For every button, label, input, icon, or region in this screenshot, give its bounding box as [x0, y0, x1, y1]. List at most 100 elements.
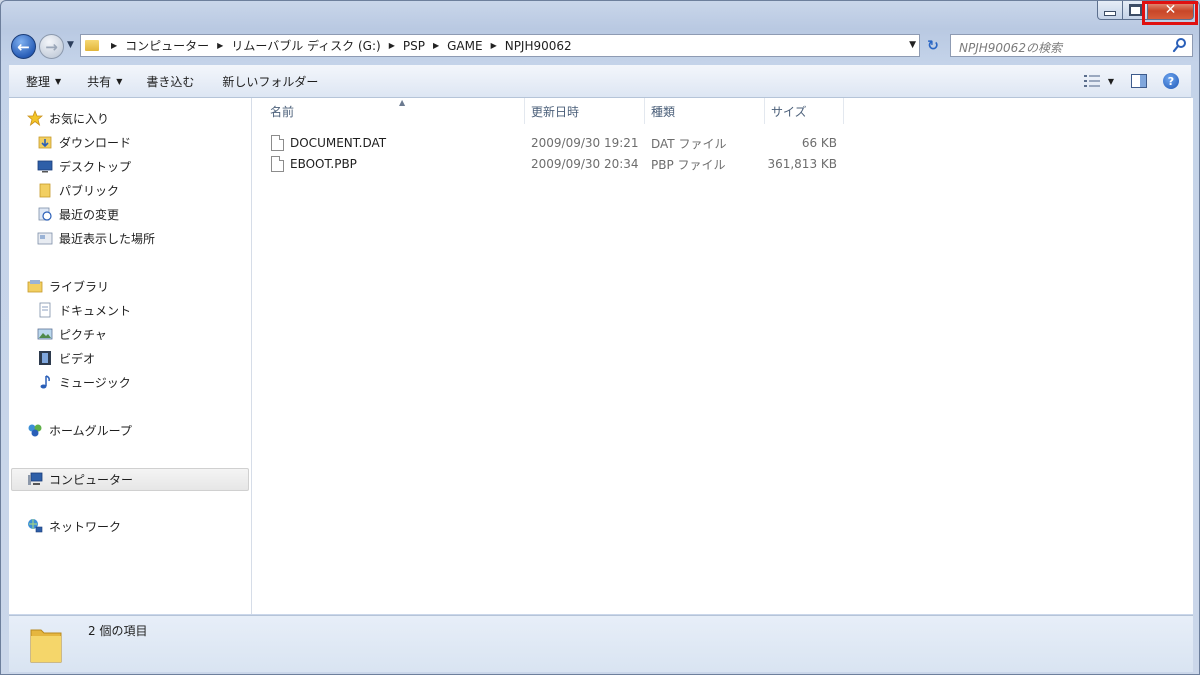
back-button[interactable]: ←: [11, 34, 36, 59]
sidebar-item-label: デスクトップ: [59, 159, 132, 174]
sidebar-item-label: ホームグループ: [49, 423, 132, 438]
sidebar-item-favorites[interactable]: お気に入り: [26, 107, 110, 129]
sidebar-item-desktop[interactable]: デスクトップ: [37, 155, 131, 177]
desktop-icon: [37, 158, 53, 174]
breadcrumb-item[interactable]: GAME: [447, 39, 482, 53]
maximize-button[interactable]: [1123, 1, 1148, 20]
search-placeholder: NPJH90062の検索: [959, 41, 1062, 55]
sidebar-item-recent-places[interactable]: 最近表示した場所: [37, 227, 155, 249]
file-modified: 2009/09/30 19:21: [531, 136, 639, 150]
breadcrumb-separator[interactable]: ▶: [491, 41, 497, 50]
sidebar-item-label: ダウンロード: [59, 135, 132, 150]
chevron-down-icon: ▼: [55, 76, 62, 86]
breadcrumb-item[interactable]: PSP: [403, 39, 425, 53]
file-name: DOCUMENT.DAT: [290, 136, 387, 150]
search-input[interactable]: NPJH90062の検索: [950, 34, 1193, 57]
sidebar-item-documents[interactable]: ドキュメント: [37, 299, 131, 321]
file-icon: [271, 156, 284, 172]
sort-ascending-icon: ▲: [399, 98, 406, 107]
file-type: PBP ファイル: [651, 157, 726, 172]
address-bar[interactable]: ▶ コンピューター ▶ リムーバブル ディスク (G:) ▶ PSP ▶ GAM…: [80, 34, 920, 57]
breadcrumb-item[interactable]: コンピューター: [125, 37, 209, 54]
video-icon: [37, 350, 53, 366]
explorer-window: ✕ ← → ▼ ▶ コンピューター ▶ リムーバブル ディスク (G:) ▶ P…: [0, 0, 1200, 675]
sidebar-item-label: コンピューター: [49, 472, 134, 487]
back-arrow-icon: ←: [17, 37, 30, 56]
recent-changes-icon: [37, 206, 53, 222]
address-dropdown[interactable]: ▼: [909, 40, 916, 50]
refresh-icon: ↻: [927, 38, 939, 54]
organize-label: 整理: [26, 74, 51, 89]
sidebar-item-libraries[interactable]: ライブラリ: [27, 275, 109, 297]
refresh-button[interactable]: ↻: [923, 36, 943, 56]
network-icon: [27, 518, 43, 534]
breadcrumb-item[interactable]: リムーバブル ディスク (G:): [231, 37, 380, 54]
music-icon: [37, 374, 53, 390]
breadcrumb-item[interactable]: NPJH90062: [505, 39, 572, 53]
preview-pane-button[interactable]: [1127, 69, 1151, 93]
folder-icon: [30, 629, 62, 663]
column-header-name[interactable]: 名前 ▲: [263, 98, 525, 124]
file-name: EBOOT.PBP: [290, 157, 357, 171]
breadcrumb-separator[interactable]: ▶: [433, 41, 439, 50]
details-view-icon: [1083, 75, 1100, 87]
download-folder-icon: [37, 134, 53, 150]
view-options-button[interactable]: ▼: [1079, 69, 1119, 93]
sidebar-item-network[interactable]: ネットワーク: [27, 515, 121, 537]
share-label: 共有: [87, 74, 112, 89]
minimize-icon: [1104, 10, 1116, 16]
help-icon: ?: [1163, 73, 1179, 89]
navigation-pane: お気に入り ダウンロード デスクトップ パブリック 最近の変更 最近表示した場所…: [9, 98, 252, 614]
search-icon[interactable]: [1172, 37, 1188, 53]
caption-buttons: ✕: [1097, 1, 1194, 21]
sidebar-item-music[interactable]: ミュージック: [37, 371, 131, 393]
picture-icon: [37, 326, 53, 342]
computer-icon: [27, 471, 43, 487]
file-row[interactable]: DOCUMENT.DAT 2009/09/30 19:21 DAT ファイル 6…: [271, 133, 851, 153]
breadcrumb-separator[interactable]: ▶: [111, 41, 117, 50]
sidebar-item-public[interactable]: パブリック: [37, 179, 119, 201]
sidebar-item-recent-changes[interactable]: 最近の変更: [37, 203, 119, 225]
breadcrumb: ▶ コンピューター ▶ リムーバブル ディスク (G:) ▶ PSP ▶ GAM…: [103, 37, 572, 54]
column-header-size[interactable]: サイズ: [764, 98, 844, 124]
breadcrumb-separator[interactable]: ▶: [217, 41, 223, 50]
sidebar-item-videos[interactable]: ビデオ: [37, 347, 95, 369]
forward-arrow-icon: →: [45, 37, 58, 56]
breadcrumb-separator[interactable]: ▶: [389, 41, 395, 50]
history-dropdown[interactable]: ▼: [67, 40, 74, 50]
column-header-label: 名前: [270, 104, 295, 119]
share-button[interactable]: 共有 ▼: [76, 69, 133, 93]
file-size: 66 KB: [801, 136, 837, 150]
view-controls: ▼ ?: [1071, 69, 1183, 93]
file-modified: 2009/09/30 20:34: [531, 157, 639, 171]
sidebar-item-label: お気に入り: [49, 111, 110, 126]
sidebar-item-computer[interactable]: コンピューター: [27, 468, 133, 490]
help-button[interactable]: ?: [1159, 69, 1183, 93]
sidebar-item-pictures[interactable]: ピクチャ: [37, 323, 107, 345]
organize-button[interactable]: 整理 ▼: [15, 69, 72, 93]
address-row: ← → ▼ ▶ コンピューター ▶ リムーバブル ディスク (G:) ▶ PSP…: [9, 33, 1193, 59]
file-icon: [271, 135, 284, 151]
star-icon: [26, 109, 44, 127]
sidebar-item-downloads[interactable]: ダウンロード: [37, 131, 131, 153]
file-row[interactable]: EBOOT.PBP 2009/09/30 20:34 PBP ファイル 361,…: [271, 154, 851, 174]
column-header-type[interactable]: 種類: [644, 98, 765, 124]
library-icon: [27, 278, 43, 294]
minimize-button[interactable]: [1097, 1, 1123, 20]
file-size: 361,813 KB: [767, 157, 837, 171]
sidebar-item-label: ミュージック: [59, 375, 131, 390]
column-header-label: サイズ: [771, 104, 807, 119]
file-list: 名前 ▲ 更新日時 種類 サイズ DOCUMENT.DAT 2009/09/30…: [252, 98, 1193, 614]
sidebar-item-homegroup[interactable]: ホームグループ: [27, 419, 132, 441]
preview-pane-icon: [1131, 74, 1147, 88]
recent-places-icon: [37, 230, 53, 246]
document-icon: [37, 302, 53, 318]
forward-button[interactable]: →: [39, 34, 64, 59]
close-button[interactable]: ✕: [1148, 1, 1194, 20]
new-folder-label: 新しいフォルダー: [222, 74, 319, 89]
column-header-modified[interactable]: 更新日時: [524, 98, 645, 124]
burn-button[interactable]: 書き込む: [135, 69, 205, 93]
folder-icon: [37, 182, 53, 198]
new-folder-button[interactable]: 新しいフォルダー: [211, 69, 329, 93]
command-bar: 整理 ▼ 共有 ▼ 書き込む 新しいフォルダー ▼ ?: [9, 65, 1191, 98]
